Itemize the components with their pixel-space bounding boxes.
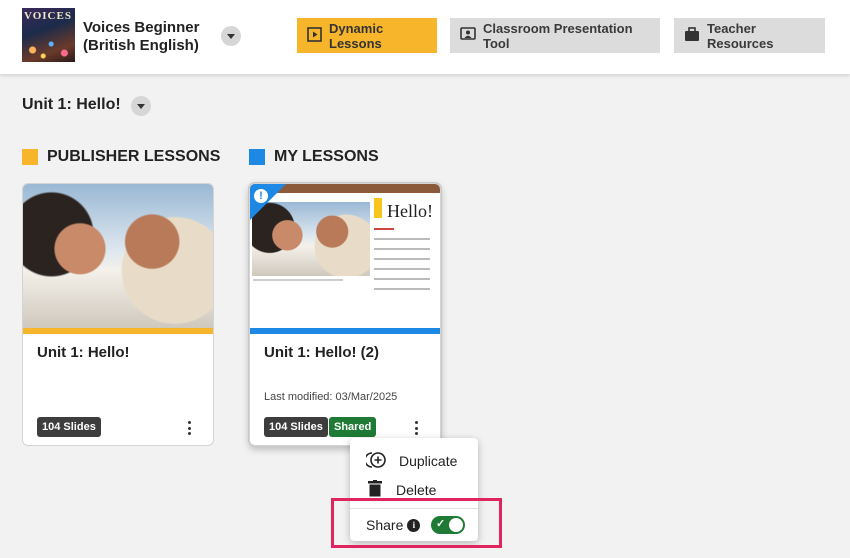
slide-preview-accent (374, 198, 382, 218)
briefcase-icon (684, 26, 700, 45)
top-bar: VOICES Voices Beginner (British English)… (0, 0, 850, 74)
slide-preview-bullets (374, 228, 430, 298)
lesson-photo (23, 184, 213, 328)
trash-icon (368, 480, 382, 500)
nav-dynamic-lessons-label: Dynamic Lessons (329, 20, 384, 51)
share-highlight-box (331, 498, 502, 548)
last-modified-text: Last modified: 03/Mar/2025 (264, 391, 398, 403)
lesson-color-bar (23, 328, 213, 334)
unit-title: Unit 1: Hello! (22, 96, 121, 113)
delete-label: Delete (396, 482, 437, 498)
lesson-card-publisher[interactable]: Unit 1: Hello! 104 Slides (22, 183, 214, 446)
shared-badge: Shared (329, 417, 377, 437)
course-title-line2: (British English) (83, 37, 199, 54)
nav-classroom-presentation-tool-label: Classroom Presentation Tool (483, 20, 633, 51)
more-options-icon[interactable] (184, 419, 194, 437)
course-dropdown-button[interactable] (221, 26, 241, 46)
play-square-icon (307, 26, 322, 45)
nav-dynamic-lessons[interactable]: Dynamic Lessons (297, 18, 437, 53)
publisher-lessons-header: PUBLISHER LESSONS (22, 148, 220, 166)
publisher-lessons-label: PUBLISHER LESSONS (47, 148, 221, 165)
course-cover-image[interactable]: VOICES (22, 8, 75, 62)
publisher-lessons-color-square (22, 149, 38, 165)
course-title: Voices Beginner (British English) (83, 19, 199, 55)
slide-preview-caption (253, 279, 343, 281)
my-lessons-header: MY LESSONS (249, 148, 379, 166)
lesson-color-bar (250, 328, 440, 334)
duplicate-menu-item[interactable]: Duplicate (350, 445, 478, 477)
my-lessons-label: MY LESSONS (274, 148, 379, 165)
lesson-title: Unit 1: Hello! (2) (264, 344, 379, 361)
lesson-card-mine[interactable]: Hello! ! Unit 1: Hello! (2) Last modifie… (249, 183, 441, 446)
nav-teacher-resources[interactable]: Teacher Resources (674, 18, 825, 53)
cover-art (22, 32, 75, 62)
nav-classroom-presentation-tool[interactable]: Classroom Presentation Tool (450, 18, 660, 53)
nav-teacher-resources-label: Teacher Resources (707, 20, 774, 51)
more-options-icon[interactable] (411, 419, 421, 437)
presenter-icon (460, 26, 476, 45)
lesson-title: Unit 1: Hello! (37, 344, 130, 361)
duplicate-label: Duplicate (399, 453, 458, 469)
lesson-thumbnail (23, 184, 213, 328)
course-title-line1: Voices Beginner (83, 19, 200, 36)
slide-preview-heading: Hello! (387, 201, 433, 221)
unit-dropdown-button[interactable] (131, 96, 151, 116)
lesson-thumbnail: Hello! ! (250, 184, 440, 328)
cover-title: VOICES (24, 10, 72, 22)
lesson-status-corner (250, 184, 286, 220)
duplicate-icon (364, 451, 387, 472)
alert-icon: ! (254, 189, 268, 203)
slides-count-badge: 104 Slides (264, 417, 328, 437)
my-lessons-color-square (249, 149, 265, 165)
slides-count-badge: 104 Slides (37, 417, 101, 437)
